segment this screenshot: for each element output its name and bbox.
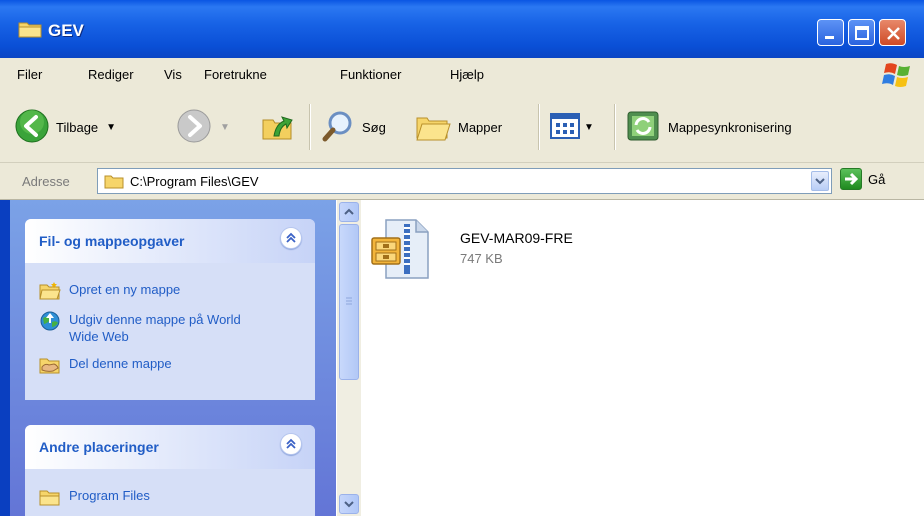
go-button[interactable]: Gå (840, 168, 885, 190)
task-new-folder[interactable]: Opret en ny mappe (39, 281, 301, 301)
forward-dropdown-icon[interactable]: ▼ (220, 122, 230, 133)
window-title: GEV (48, 21, 84, 40)
file-tasks-panel: Fil- og mappeopgaver Opret en ny mappe U… (25, 219, 315, 400)
share-folder-icon (39, 355, 61, 375)
search-label: Søg (362, 119, 386, 135)
place-label: Program Files (69, 488, 150, 503)
toolbar-separator (309, 104, 311, 150)
toolbar-separator (614, 104, 616, 150)
views-icon (550, 112, 580, 142)
folders-button[interactable]: Mapper (414, 92, 502, 162)
scroll-thumb[interactable] (339, 224, 359, 380)
file-list: GEV-MAR09-FRE 747 KB (362, 200, 924, 516)
other-places-title: Andre placeringer (39, 439, 159, 455)
up-folder-icon (260, 108, 296, 147)
task-label: Del denne mappe (69, 356, 172, 371)
sync-icon (626, 108, 662, 147)
file-tasks-header[interactable]: Fil- og mappeopgaver (25, 219, 315, 263)
scroll-up-button[interactable] (339, 202, 359, 222)
task-publish-web[interactable]: Udgiv denne mappe på World Wide Web (39, 311, 301, 345)
scroll-down-button[interactable] (339, 494, 359, 514)
back-button[interactable]: Tilbage ▼ (14, 92, 116, 162)
folder-sync-button[interactable]: Mappesynkronisering (626, 92, 792, 162)
publish-web-icon (39, 311, 61, 331)
back-label: Tilbage (56, 119, 99, 135)
address-input[interactable]: C:\Program Files\GEV (97, 168, 832, 194)
address-bar: Adresse C:\Program Files\GEV Gå (0, 163, 924, 200)
views-dropdown-icon[interactable]: ▼ (584, 122, 594, 133)
minimize-button[interactable] (817, 19, 844, 46)
address-value: C:\Program Files\GEV (130, 174, 259, 189)
toolbar-separator (538, 104, 540, 150)
zip-archive-icon (370, 216, 436, 285)
task-label: Opret en ny mappe (69, 282, 181, 297)
menu-file[interactable]: Filer (17, 67, 42, 82)
folder-sync-label: Mappesynkronisering (668, 119, 792, 135)
forward-arrow-icon (176, 108, 212, 147)
menu-favorites[interactable]: Foretrukne (204, 67, 267, 82)
file-size: 747 KB (460, 251, 503, 266)
toolbar: Tilbage ▼ ▼ Søg Mapper ▼ Mappesynkronise… (0, 92, 924, 163)
search-icon (320, 108, 356, 147)
menu-bar: Filer Rediger Vis Foretrukne Funktioner … (0, 58, 924, 93)
views-button[interactable]: ▼ (550, 92, 594, 162)
file-name: GEV-MAR09-FRE (460, 230, 573, 246)
windows-logo-icon (880, 60, 916, 90)
back-arrow-icon (14, 108, 50, 147)
forward-button[interactable]: ▼ (176, 92, 230, 162)
folder-icon (18, 20, 42, 38)
go-label: Gå (868, 171, 886, 187)
folder-icon (104, 173, 124, 192)
go-arrow-icon (840, 168, 862, 190)
title-bar[interactable]: GEV (0, 0, 924, 58)
menu-tools[interactable]: Funktioner (340, 67, 401, 82)
maximize-button[interactable] (848, 19, 875, 46)
file-tasks-title: Fil- og mappeopgaver (39, 233, 185, 249)
menu-help[interactable]: Hjælp (450, 67, 484, 82)
window-border (0, 200, 10, 516)
task-share-folder[interactable]: Del denne mappe (39, 355, 301, 375)
address-dropdown-button[interactable] (811, 171, 829, 191)
search-button[interactable]: Søg (320, 92, 386, 162)
up-folder-button[interactable] (260, 92, 296, 162)
other-places-header[interactable]: Andre placeringer (25, 425, 315, 469)
place-program-files[interactable]: Program Files (39, 487, 301, 507)
task-label: Udgiv denne mappe på World Wide Web (69, 312, 241, 344)
close-button[interactable] (879, 19, 906, 46)
folder-icon (39, 487, 61, 507)
side-pane-scrollbar[interactable] (337, 200, 361, 516)
other-places-panel: Andre placeringer Program Files (25, 425, 315, 516)
file-item[interactable]: GEV-MAR09-FRE 747 KB (362, 200, 762, 290)
menu-edit[interactable]: Rediger (88, 67, 134, 82)
address-label: Adresse (22, 174, 70, 189)
menu-view[interactable]: Vis (164, 67, 182, 82)
folders-label: Mapper (458, 119, 503, 135)
collapse-icon[interactable] (280, 227, 302, 249)
folders-icon (414, 108, 452, 147)
explorer-window: GEV Filer Rediger Vis Foretrukne Funktio… (0, 0, 924, 516)
back-dropdown-icon[interactable]: ▼ (106, 122, 116, 133)
collapse-icon[interactable] (280, 433, 302, 455)
new-folder-icon (39, 281, 61, 301)
